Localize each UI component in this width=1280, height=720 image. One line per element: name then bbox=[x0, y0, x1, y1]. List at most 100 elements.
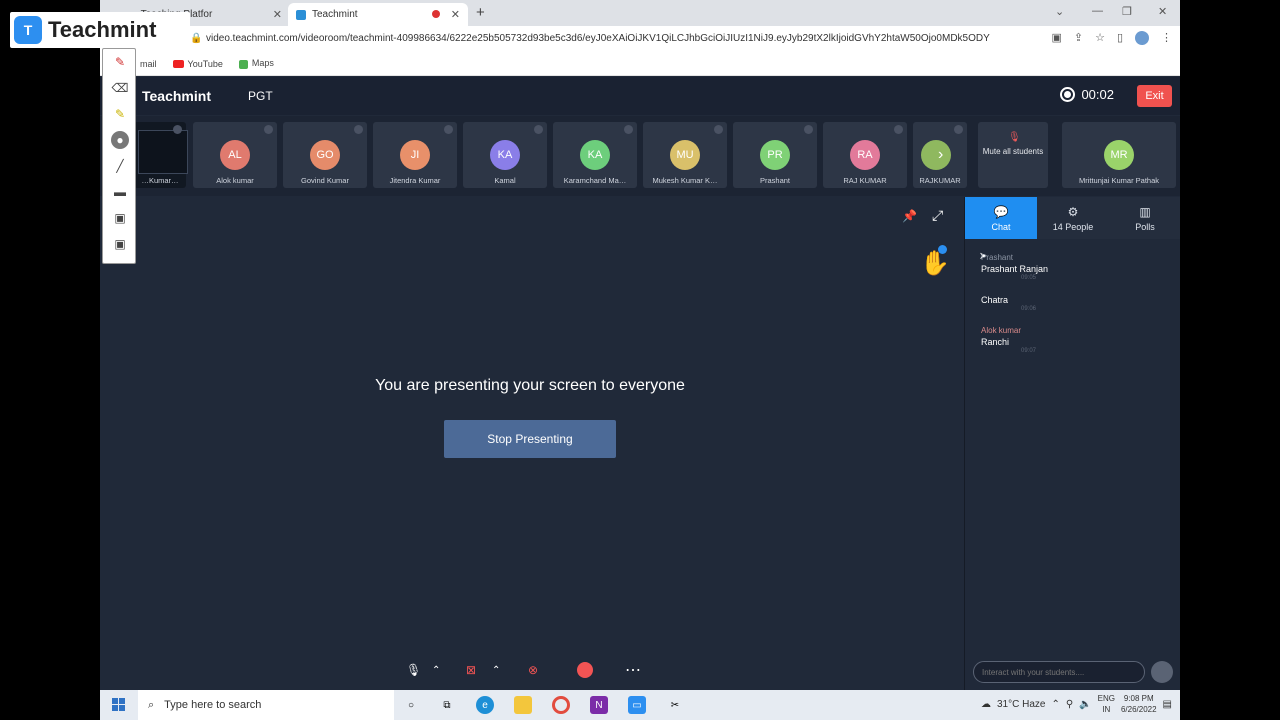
participant-tile[interactable]: RA RAJ KUMAR bbox=[823, 122, 907, 188]
bookmark-mail[interactable]: mail bbox=[140, 59, 157, 69]
clock[interactable]: 9:08 PM 6/26/2022 bbox=[1121, 693, 1157, 715]
message-text: Ranchi bbox=[981, 337, 1010, 347]
participant-name: Karamchand Ma… bbox=[563, 176, 627, 185]
tab-chat[interactable]: 💬 Chat bbox=[965, 197, 1037, 239]
panel-tabs: 💬 Chat ⚙ 14 People ▥ Polls bbox=[965, 197, 1180, 239]
brand-name: Teachmint bbox=[48, 17, 157, 42]
microphone-icon[interactable]: 🎙 bbox=[406, 659, 421, 681]
new-tab-icon[interactable]: + bbox=[476, 4, 485, 21]
participant-tile[interactable]: JI Jitendra Kumar bbox=[373, 122, 457, 188]
browser-tab-2[interactable]: Teachmint ✕ bbox=[288, 3, 468, 26]
line-icon[interactable]: ╱ bbox=[111, 157, 129, 175]
stop-share-icon[interactable]: ⊗ bbox=[528, 659, 538, 681]
url-field[interactable]: video.teachmint.com/videoroom/teachmint-… bbox=[206, 33, 1026, 44]
screen-icon[interactable]: ▣ bbox=[111, 209, 129, 227]
share-icon[interactable]: ⇪ bbox=[1074, 31, 1083, 45]
chevron-up-icon[interactable]: ⌃ bbox=[1051, 699, 1059, 710]
teachmint-favicon-icon bbox=[296, 9, 306, 20]
message-time: 09:05 bbox=[1021, 275, 1037, 281]
monitor-icon[interactable]: ▣ bbox=[111, 235, 129, 253]
tab-label: Chat bbox=[991, 221, 1011, 232]
tab-polls[interactable]: ▥ Polls bbox=[1109, 197, 1180, 239]
weather-text[interactable]: 31°C Haze bbox=[997, 699, 1045, 710]
mic-off-icon bbox=[264, 125, 273, 134]
bookmark-maps[interactable]: Maps bbox=[238, 58, 274, 69]
snip-icon[interactable]: ✂ bbox=[666, 696, 684, 714]
file-explorer-icon[interactable] bbox=[514, 696, 532, 714]
stop-presenting-button[interactable]: Stop Presenting bbox=[444, 420, 616, 458]
network-icon[interactable]: ⚲ bbox=[1066, 699, 1073, 710]
lock-icon[interactable]: 🔒 bbox=[190, 33, 202, 44]
mic-off-icon bbox=[954, 125, 963, 134]
bookmark-youtube[interactable]: YouTube bbox=[172, 59, 223, 69]
mic-off-icon bbox=[173, 125, 182, 134]
notification-icon[interactable]: ▤ bbox=[1163, 699, 1172, 710]
participant-tile[interactable]: MU Mukesh Kumar K… bbox=[643, 122, 727, 188]
host-avatar: MR bbox=[1104, 140, 1134, 170]
participant-avatar: GO bbox=[310, 140, 340, 170]
search-placeholder: Type here to search bbox=[164, 699, 262, 711]
participant-avatar: RA bbox=[850, 140, 880, 170]
chevron-down-icon[interactable]: ⌄ bbox=[1055, 5, 1064, 18]
participant-tile[interactable]: PR Prashant bbox=[733, 122, 817, 188]
record-button[interactable] bbox=[577, 662, 593, 678]
pointer-icon[interactable]: ● bbox=[111, 131, 129, 149]
pen-icon[interactable]: ✎ bbox=[111, 53, 129, 71]
send-button[interactable] bbox=[1151, 661, 1173, 683]
shape-icon[interactable]: ▬ bbox=[111, 183, 129, 201]
host-tile[interactable]: MR Mrittunjai Kumar Pathak bbox=[1062, 122, 1176, 188]
windows-start-icon[interactable] bbox=[112, 698, 125, 711]
message-text: Prashant Ranjan bbox=[981, 264, 1049, 274]
participant-tile[interactable]: GO Govind Kumar bbox=[283, 122, 367, 188]
camera-off-icon[interactable]: ⊠ bbox=[466, 659, 476, 681]
chat-input[interactable] bbox=[973, 661, 1145, 683]
mute-all-button[interactable]: 🎙 Mute all students bbox=[978, 122, 1048, 188]
language-indicator[interactable]: ENG IN bbox=[1098, 693, 1115, 715]
minimize-icon[interactable]: — bbox=[1092, 5, 1103, 17]
volume-icon[interactable]: 🔈 bbox=[1079, 699, 1091, 710]
star-icon[interactable]: ☆ bbox=[1095, 31, 1105, 45]
eraser-icon[interactable]: ⌫ bbox=[111, 79, 129, 97]
menu-icon[interactable]: ⋮ bbox=[1161, 31, 1172, 45]
pin-icon[interactable]: 📌 bbox=[902, 209, 917, 223]
mic-off-icon bbox=[624, 125, 633, 134]
chevron-up-icon[interactable]: ⌃ bbox=[432, 659, 440, 681]
chat-message: Alok kumar Ranchi 09:07 bbox=[981, 326, 1171, 354]
participant-avatar: JI bbox=[400, 140, 430, 170]
close-window-icon[interactable]: ✕ bbox=[1158, 5, 1167, 18]
close-tab-icon[interactable]: ✕ bbox=[451, 8, 460, 21]
browser-tab-strip: … Teaching Platfor ✕ Teachmint ✕ + ⌄ — ❐… bbox=[100, 0, 1180, 26]
participant-tile[interactable]: KA Kamal bbox=[463, 122, 547, 188]
chevron-up-icon[interactable]: ⌃ bbox=[492, 659, 500, 681]
brand-logo-icon: T bbox=[14, 16, 42, 44]
participant-tile[interactable]: AL Alok kumar bbox=[193, 122, 277, 188]
sidebar-icon[interactable]: ▯ bbox=[1117, 31, 1123, 45]
bookmarks-bar: mail YouTube Maps bbox=[100, 52, 1180, 76]
host-name: Mrittunjai Kumar Pathak bbox=[1078, 176, 1160, 185]
participant-name: Govind Kumar bbox=[301, 176, 349, 185]
task-view-icon[interactable]: ⧉ bbox=[438, 696, 456, 714]
taskbar-search[interactable]: ⌕ Type here to search bbox=[138, 690, 394, 720]
chrome-icon[interactable] bbox=[552, 696, 570, 714]
record-icon bbox=[1060, 87, 1076, 102]
highlighter-icon[interactable]: ✎ bbox=[111, 105, 129, 123]
more-options-icon[interactable]: ⋯ bbox=[625, 659, 641, 681]
expand-icon[interactable]: ⤢ bbox=[932, 207, 943, 224]
close-tab-icon[interactable]: ✕ bbox=[273, 8, 282, 21]
participant-name: Jitendra Kumar bbox=[389, 176, 441, 185]
restore-icon[interactable]: ❐ bbox=[1122, 5, 1132, 18]
participant-avatar: AL bbox=[220, 140, 250, 170]
chevron-right-icon[interactable]: › bbox=[938, 146, 943, 164]
cast-icon[interactable]: ▣ bbox=[1051, 31, 1061, 45]
participant-tile[interactable]: KA Karamchand Ma… bbox=[553, 122, 637, 188]
zoom-icon[interactable]: ▭ bbox=[628, 696, 646, 714]
tab-label: Polls bbox=[1135, 221, 1155, 232]
mic-off-icon bbox=[354, 125, 363, 134]
profile-avatar[interactable] bbox=[1135, 31, 1149, 45]
cortana-icon[interactable]: ○ bbox=[402, 696, 420, 714]
onenote-icon[interactable]: N bbox=[590, 696, 608, 714]
edge-icon[interactable]: e bbox=[476, 696, 494, 714]
tab-people[interactable]: ⚙ 14 People bbox=[1037, 197, 1109, 239]
exit-button[interactable]: Exit bbox=[1137, 85, 1172, 107]
participant-tile[interactable]: …Kumar… bbox=[134, 122, 188, 188]
